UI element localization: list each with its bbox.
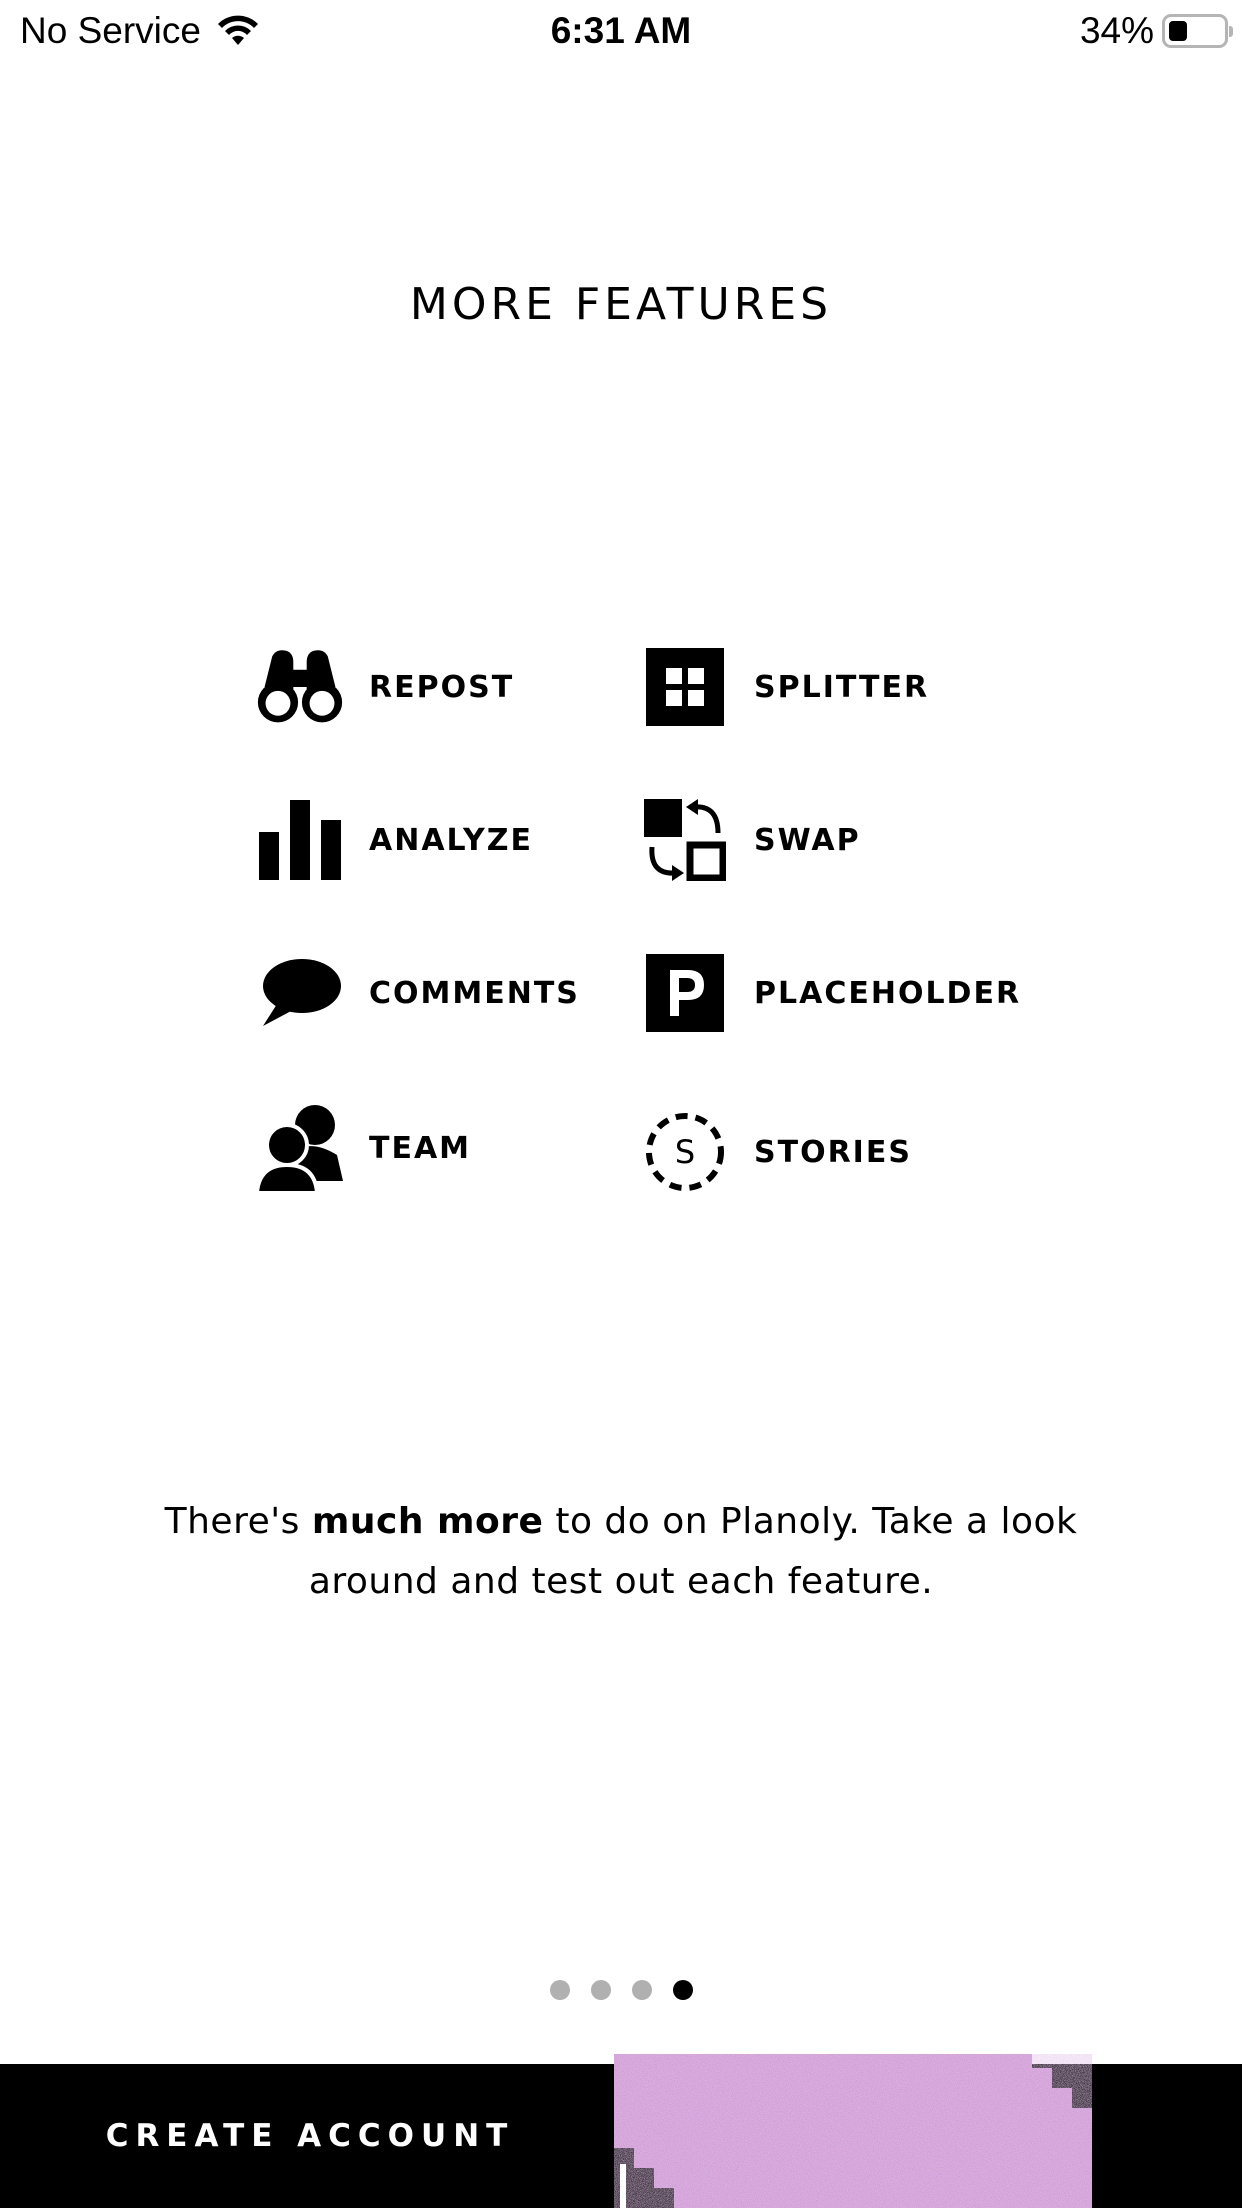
feature-label: SWAP (754, 822, 861, 858)
feature-label: ANALYZE (369, 822, 533, 858)
speech-bubble-icon (255, 948, 345, 1038)
feature-label: PLACEHOLDER (754, 975, 1022, 1011)
login-button-glitter[interactable] (614, 2054, 1092, 2208)
feature-label: TEAM (369, 1130, 472, 1166)
status-time: 6:31 AM (550, 10, 692, 51)
binoculars-icon (255, 642, 345, 732)
status-bar: No Service 6:31 AM 34% (0, 0, 1242, 62)
grid-icon (640, 642, 730, 732)
bottom-bar: CREATE ACCOUNT (0, 2054, 1242, 2208)
feature-placeholder[interactable]: PLACEHOLDER (640, 948, 1021, 1038)
team-icon (255, 1103, 345, 1193)
feature-comments[interactable]: COMMENTS (255, 948, 580, 1038)
page-dot[interactable] (549, 1980, 570, 2000)
bar-chart-icon (255, 795, 345, 885)
battery-fill (1169, 21, 1187, 41)
battery-percent: 34% (1079, 10, 1154, 51)
feature-team[interactable]: TEAM (255, 1103, 471, 1193)
description-bold: much more (311, 1501, 544, 1542)
page-title: MORE FEATURES (399, 275, 843, 340)
feature-label: SPLITTER (754, 669, 930, 705)
feature-repost[interactable]: REPOST (255, 642, 514, 732)
battery-icon (1162, 14, 1233, 48)
page-title-text: MORE FEATURES (409, 279, 833, 330)
page-indicator (0, 1980, 1242, 2000)
description-text: There's (164, 1501, 312, 1542)
swap-icon (640, 795, 730, 885)
status-right: 34% (1079, 10, 1233, 52)
create-account-button[interactable]: CREATE ACCOUNT (0, 2064, 620, 2208)
feature-splitter[interactable]: SPLITTER (640, 642, 929, 732)
feature-analyze[interactable]: ANALYZE (255, 795, 533, 885)
title-section: MORE FEATURES (0, 275, 1242, 340)
feature-label: COMMENTS (369, 975, 580, 1011)
feature-label: REPOST (369, 669, 515, 705)
stories-icon: S (640, 1107, 730, 1197)
page-dot[interactable] (590, 1980, 611, 2000)
page-dot[interactable] (631, 1980, 652, 2000)
placeholder-p-icon (640, 948, 730, 1038)
description: There's much more to do on Planoly. Take… (160, 1492, 1082, 1612)
page-dot[interactable] (672, 1980, 693, 2000)
feature-label: STORIES (754, 1134, 912, 1170)
feature-swap[interactable]: SWAP (640, 795, 861, 885)
svg-text:S: S (675, 1133, 695, 1171)
feature-stories[interactable]: S STORIES (640, 1107, 912, 1197)
